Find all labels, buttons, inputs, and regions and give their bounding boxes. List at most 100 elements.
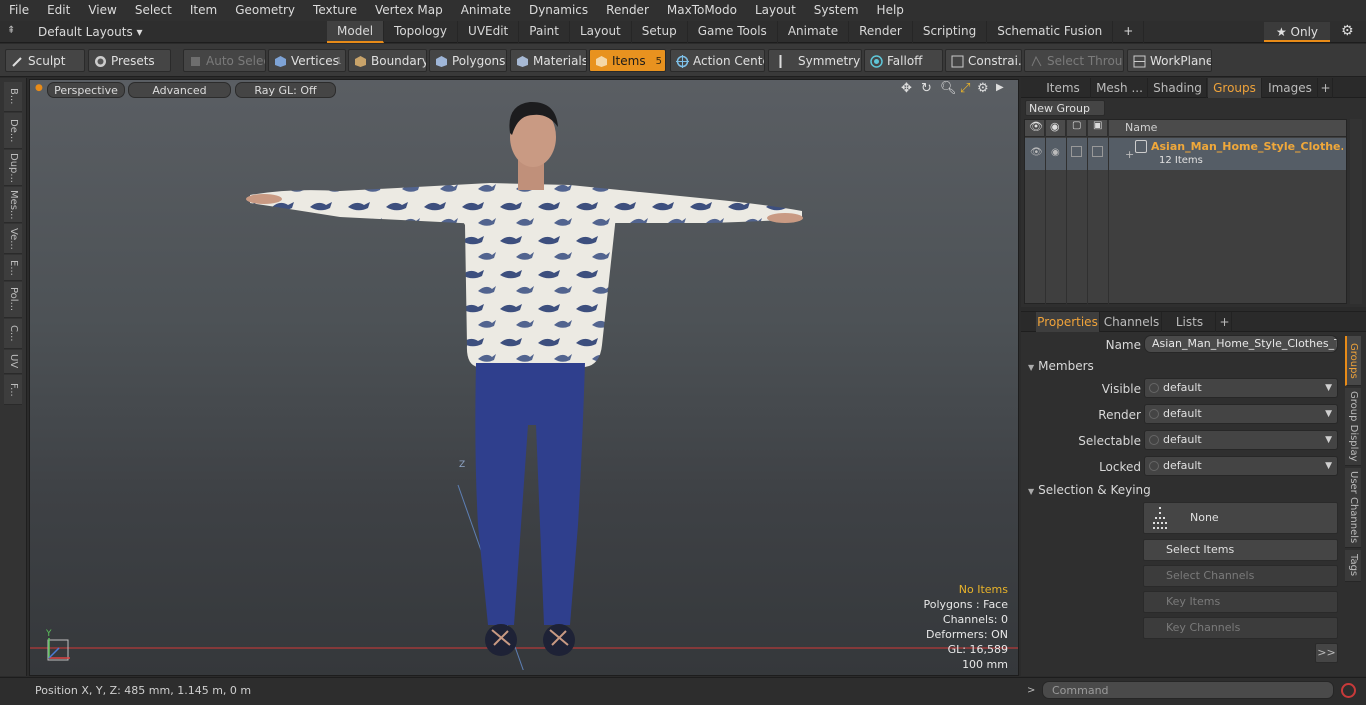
new-group-button[interactable]: New Group — [1025, 100, 1105, 116]
tab-animate[interactable]: Animate — [778, 21, 850, 43]
tab-game-tools[interactable]: Game Tools — [688, 21, 778, 43]
command-input[interactable]: Command — [1042, 681, 1334, 699]
tab-model[interactable]: Model — [327, 21, 385, 43]
sculpt-button[interactable]: Sculpt — [5, 49, 85, 72]
action-center-button[interactable]: Action Center — [670, 49, 765, 72]
shading-mode-button[interactable]: Advanced — [128, 82, 231, 98]
viewport-menu-icon[interactable]: ● — [35, 83, 43, 93]
select-through-button[interactable]: Select Through — [1024, 49, 1124, 72]
row-eye-icon[interactable]: 👁︎ — [1030, 147, 1043, 158]
row-select-box[interactable] — [1071, 146, 1082, 157]
panel-tab-lists[interactable]: Lists — [1164, 312, 1216, 332]
tab--[interactable]: + — [1113, 21, 1145, 43]
render-dropdown[interactable]: default ▼ — [1144, 404, 1338, 424]
group-row[interactable]: 👁︎ ◉ + Asian_Man_Home_Style_Clothe... 12… — [1025, 138, 1346, 170]
left-tab-7[interactable]: C... — [4, 319, 22, 349]
locked-dropdown[interactable]: default ▼ — [1144, 456, 1338, 476]
viewport-3d[interactable]: ● Perspective Advanced Ray GL: Off ✥ ↻ 🔍… — [29, 79, 1019, 676]
menu-file[interactable]: File — [0, 0, 38, 21]
materials-button[interactable]: Materials — [510, 49, 587, 72]
none-button[interactable]: None — [1143, 502, 1338, 534]
zoom-icon[interactable]: 🔍︎ — [940, 81, 957, 96]
view-mode-button[interactable]: Perspective — [47, 82, 125, 98]
collapse-icon[interactable]: ⇞ — [7, 25, 15, 36]
left-tab-5[interactable]: E... — [4, 255, 22, 281]
more-button[interactable]: >> — [1315, 643, 1338, 663]
menu-item[interactable]: Item — [181, 0, 226, 21]
lock-column[interactable]: ▣ — [1088, 120, 1108, 137]
menu-maxtomodo[interactable]: MaxToModo — [658, 0, 746, 21]
falloff-button[interactable]: Falloff — [864, 49, 943, 72]
side-tab-group-display[interactable]: Group Display — [1345, 388, 1361, 466]
menu-animate[interactable]: Animate — [452, 0, 520, 21]
menu-vertex-map[interactable]: Vertex Map — [366, 0, 452, 21]
tab-topology[interactable]: Topology — [384, 21, 459, 43]
panel-tab-groups[interactable]: Groups — [1208, 78, 1262, 98]
panel-tab-images[interactable]: Images — [1263, 78, 1318, 98]
viewport-settings-icon[interactable]: ⚙ — [977, 81, 989, 96]
menu-view[interactable]: View — [79, 0, 125, 21]
row-render-icon[interactable]: ◉ — [1051, 147, 1060, 158]
left-tab-8[interactable]: UV — [4, 350, 22, 374]
panel-tab--[interactable]: + — [1218, 312, 1232, 332]
groups-scrollbar[interactable] — [1350, 119, 1362, 304]
workplane-button[interactable]: WorkPlane — [1127, 49, 1212, 72]
side-tab-tags[interactable]: Tags — [1345, 550, 1361, 582]
panel-tab-shading[interactable]: Shading — [1149, 78, 1207, 98]
side-tab-user-channels[interactable]: User Channels — [1345, 468, 1361, 548]
menu-render[interactable]: Render — [597, 0, 658, 21]
left-tab-1[interactable]: De... — [4, 113, 22, 149]
auto-select-button[interactable]: Auto Select — [183, 49, 266, 72]
panel-tab-items[interactable]: Items — [1036, 78, 1091, 98]
tab-render[interactable]: Render — [849, 21, 913, 43]
left-tab-2[interactable]: Dup... — [4, 150, 22, 186]
character-model[interactable] — [230, 95, 820, 670]
tab-paint[interactable]: Paint — [519, 21, 570, 43]
visibility-column[interactable]: 👁︎ — [1025, 120, 1045, 137]
constraints-button[interactable]: Constrai... — [945, 49, 1022, 72]
record-icon[interactable] — [1341, 683, 1356, 698]
visible-dropdown[interactable]: default ▼ — [1144, 378, 1338, 398]
vertices-button[interactable]: Vertices 1 — [268, 49, 346, 72]
selection-keying-section[interactable]: ▼ Selection & Keying — [1028, 483, 1151, 497]
move-view-icon[interactable]: ✥ — [901, 81, 912, 96]
left-tab-3[interactable]: Mes... — [4, 187, 22, 223]
menu-select[interactable]: Select — [126, 0, 181, 21]
tab-setup[interactable]: Setup — [632, 21, 688, 43]
side-tab-groups[interactable]: Groups — [1345, 336, 1361, 386]
boundary-button[interactable]: Boundary — [348, 49, 427, 72]
menu-dynamics[interactable]: Dynamics — [520, 0, 597, 21]
only-button[interactable]: ★ Only — [1264, 22, 1330, 42]
tab-schematic-fusion[interactable]: Schematic Fusion — [987, 21, 1114, 43]
select-column[interactable]: ▢ — [1067, 120, 1087, 137]
gear-icon[interactable]: ⚙ — [1341, 23, 1354, 39]
menu-texture[interactable]: Texture — [304, 0, 366, 21]
maximize-icon[interactable]: ⤢ — [960, 81, 970, 96]
menu-layout[interactable]: Layout — [746, 0, 805, 21]
groups-list[interactable]: 👁︎ ◉ ▢ ▣ Name 👁︎ ◉ + Asian_Man_Home_Styl… — [1024, 119, 1347, 305]
menu-geometry[interactable]: Geometry — [226, 0, 304, 21]
rotate-view-icon[interactable]: ↻ — [921, 81, 932, 96]
render-column[interactable]: ◉ — [1046, 120, 1066, 137]
left-tab-4[interactable]: Ve... — [4, 224, 22, 254]
select-channels-button[interactable]: Select Channels — [1143, 565, 1338, 587]
key-channels-button[interactable]: Key Channels — [1143, 617, 1338, 639]
key-items-button[interactable]: Key Items — [1143, 591, 1338, 613]
tab-scripting[interactable]: Scripting — [913, 21, 988, 43]
name-field[interactable]: Asian_Man_Home_Style_Clothes_T_P — [1144, 335, 1338, 353]
selectable-dropdown[interactable]: default ▼ — [1144, 430, 1338, 450]
left-tab-0[interactable]: B... — [4, 82, 22, 112]
row-lock-box[interactable] — [1092, 146, 1103, 157]
menu-edit[interactable]: Edit — [38, 0, 79, 21]
presets-button[interactable]: Presets — [88, 49, 171, 72]
panel-tab-properties[interactable]: Properties — [1036, 312, 1100, 332]
members-section[interactable]: ▼ Members — [1028, 359, 1094, 373]
panel-tab--[interactable]: + — [1319, 78, 1333, 98]
left-tab-6[interactable]: Pol... — [4, 282, 22, 318]
symmetry-button[interactable]: Symmetry — [768, 49, 862, 72]
menu-system[interactable]: System — [805, 0, 868, 21]
expand-icon[interactable]: + — [1125, 148, 1134, 161]
left-tab-9[interactable]: F... — [4, 375, 22, 405]
menu-help[interactable]: Help — [868, 0, 913, 21]
select-items-button[interactable]: Select Items — [1143, 539, 1338, 561]
